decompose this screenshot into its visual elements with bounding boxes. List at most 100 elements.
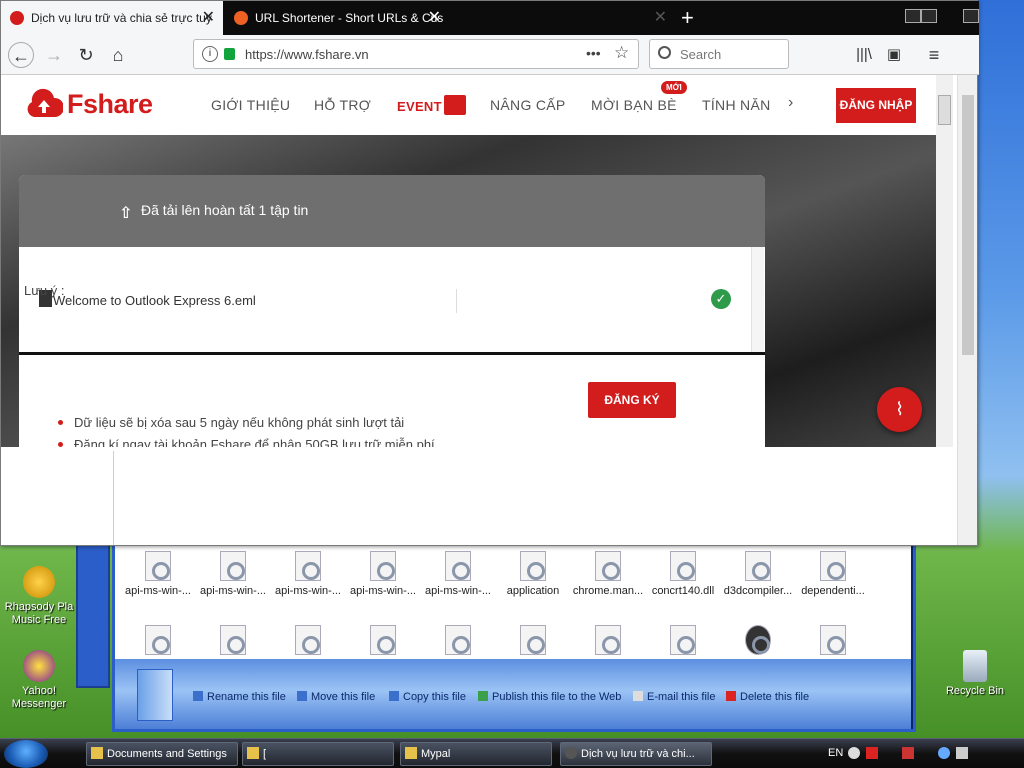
search-input[interactable]: Search bbox=[649, 39, 789, 69]
recycle-bin-icon bbox=[963, 650, 987, 682]
copy-file-link[interactable]: Copy this file bbox=[389, 691, 466, 703]
rename-file-link[interactable]: Rename this file bbox=[193, 691, 286, 703]
tab-blank[interactable]: ✕ bbox=[451, 1, 675, 35]
file-item[interactable] bbox=[121, 625, 195, 659]
menu-hamburger-icon[interactable]: ≡ bbox=[921, 42, 947, 68]
publish-web-icon bbox=[478, 691, 488, 701]
reload-icon[interactable]: ↻ bbox=[73, 42, 99, 68]
back-arrow-icon[interactable]: ← bbox=[8, 42, 34, 68]
new-tab-plus-icon[interactable]: + bbox=[681, 5, 694, 31]
new-badge: MỚI bbox=[661, 81, 687, 94]
delete-file-link[interactable]: Delete this file bbox=[726, 691, 809, 703]
gift-icon[interactable] bbox=[444, 95, 466, 115]
tab-fshare[interactable]: Dịch vụ lưu trữ và chia sẻ trực tuy ✕ bbox=[1, 1, 223, 35]
url-bar[interactable]: i https://www.fshare.vn ••• ☆ bbox=[193, 39, 639, 69]
file-item[interactable] bbox=[571, 625, 645, 659]
security-shield-icon[interactable] bbox=[866, 747, 878, 759]
scrollbar-thumb[interactable] bbox=[962, 95, 974, 355]
file-item[interactable] bbox=[271, 625, 345, 659]
email-icon bbox=[633, 691, 643, 701]
tab-url-shortener[interactable]: URL Shortener - Short URLs & Cus ✕ bbox=[225, 1, 449, 35]
file-item[interactable] bbox=[421, 625, 495, 659]
file-item[interactable]: d3dcompiler... bbox=[721, 551, 795, 597]
language-indicator[interactable]: EN bbox=[828, 747, 843, 759]
background-window-fragment[interactable] bbox=[76, 540, 110, 688]
close-window-button[interactable] bbox=[963, 9, 979, 23]
window-scrollbar[interactable] bbox=[957, 75, 977, 545]
file-item[interactable]: concrt140.dll bbox=[646, 551, 720, 597]
network-icon[interactable] bbox=[902, 747, 914, 759]
browser-window: Dịch vụ lưu trữ và chia sẻ trực tuy ✕ UR… bbox=[0, 0, 979, 546]
taskbar-item-mypal[interactable]: Mypal bbox=[400, 742, 552, 766]
login-button[interactable]: ĐĂNG NHẬP bbox=[836, 88, 916, 123]
start-button[interactable] bbox=[4, 740, 48, 768]
recycle-bin-desktop-icon[interactable]: Recycle Bin bbox=[940, 650, 1010, 698]
blank-area bbox=[1, 447, 957, 545]
success-check-icon: ✓ bbox=[711, 289, 731, 309]
file-item[interactable]: application bbox=[496, 551, 570, 597]
attach-paperclip-icon[interactable]: ⌇ bbox=[877, 387, 922, 432]
publish-file-link[interactable]: Publish this file to the Web bbox=[478, 691, 621, 703]
close-tab-icon[interactable]: ✕ bbox=[654, 1, 667, 35]
fshare-favicon-icon bbox=[10, 11, 24, 25]
rename-icon bbox=[193, 691, 203, 701]
uploaded-file-name[interactable]: Welcome to Outlook Express 6.eml bbox=[53, 293, 256, 308]
nav-invite-friends[interactable]: MỜI BẠN BÈ bbox=[591, 97, 677, 113]
restore-window-button[interactable] bbox=[921, 9, 937, 23]
taskbar-item-documents[interactable]: Documents and Settings bbox=[86, 742, 238, 766]
dll-file-icon bbox=[670, 625, 696, 655]
forward-arrow-icon[interactable]: → bbox=[41, 42, 67, 68]
close-tab-icon[interactable]: ✕ bbox=[428, 1, 441, 35]
file-item[interactable]: api-ms-win-... bbox=[346, 551, 420, 597]
file-item[interactable]: api-ms-win-... bbox=[271, 551, 345, 597]
yahoo-messenger-icon bbox=[23, 650, 55, 682]
list-scrollbar[interactable] bbox=[751, 247, 764, 352]
nav-features[interactable]: TÍNH NĂN bbox=[702, 97, 770, 113]
file-item[interactable] bbox=[796, 625, 870, 659]
navigation-toolbar: ← → ↻ ⌂ i https://www.fshare.vn ••• ☆ Se… bbox=[1, 35, 979, 75]
site-logo-text[interactable]: Fshare bbox=[67, 89, 153, 120]
file-item[interactable]: chrome.man... bbox=[571, 551, 645, 597]
folder-icon bbox=[247, 747, 259, 759]
file-item[interactable] bbox=[346, 625, 420, 659]
taskbar: Documents and Settings [ Mypal Dịch vụ l… bbox=[0, 738, 1024, 768]
page-scrollbar[interactable] bbox=[936, 75, 953, 447]
rhapsody-desktop-icon[interactable]: Rhapsody Pla Music Free bbox=[4, 566, 74, 627]
display-icon[interactable] bbox=[956, 747, 968, 759]
info-icon[interactable]: i bbox=[202, 46, 218, 62]
scrollbar-thumb[interactable] bbox=[938, 95, 951, 125]
mypal-app-icon bbox=[565, 747, 577, 759]
file-item[interactable] bbox=[196, 625, 270, 659]
volume-icon[interactable] bbox=[938, 747, 950, 759]
file-item[interactable]: api-ms-win-... bbox=[121, 551, 195, 597]
chevron-right-icon[interactable]: › bbox=[788, 94, 794, 112]
taskbar-item-browser[interactable]: Dịch vụ lưu trữ và chi... bbox=[560, 742, 712, 766]
file-item[interactable]: api-ms-win-... bbox=[196, 551, 270, 597]
nav-support[interactable]: HỖ TRỢ bbox=[314, 97, 371, 113]
file-item[interactable] bbox=[496, 625, 570, 659]
file-item[interactable] bbox=[721, 625, 795, 659]
dll-file-icon bbox=[595, 625, 621, 655]
nav-event[interactable]: EVENT bbox=[397, 99, 442, 114]
taskbar-item-folder[interactable]: [ bbox=[242, 742, 394, 766]
nav-about[interactable]: GIỚI THIỆU bbox=[211, 97, 290, 113]
dll-file-icon bbox=[145, 625, 171, 655]
minimize-window-button[interactable] bbox=[905, 9, 921, 23]
tab-bar: Dịch vụ lưu trữ và chia sẻ trực tuy ✕ UR… bbox=[1, 1, 979, 35]
file-item[interactable]: dependenti... bbox=[796, 551, 870, 597]
close-tab-icon[interactable]: ✕ bbox=[202, 1, 215, 35]
register-button[interactable]: ĐĂNG KÝ bbox=[588, 382, 676, 418]
yahoo-messenger-desktop-icon[interactable]: Yahoo! Messenger bbox=[4, 650, 74, 711]
file-item[interactable]: api-ms-win-... bbox=[421, 551, 495, 597]
nav-upgrade[interactable]: NÂNG CẤP bbox=[490, 97, 566, 113]
email-file-link[interactable]: E-mail this file bbox=[633, 691, 715, 703]
sidebar-icon[interactable]: ▣ bbox=[881, 42, 907, 68]
library-icon[interactable]: |||\ bbox=[851, 42, 877, 68]
search-icon bbox=[658, 46, 671, 59]
home-icon[interactable]: ⌂ bbox=[105, 42, 131, 68]
file-item[interactable] bbox=[646, 625, 720, 659]
tray-app-icon[interactable] bbox=[848, 747, 860, 759]
move-file-link[interactable]: Move this file bbox=[297, 691, 375, 703]
page-actions-icon[interactable]: ••• bbox=[586, 45, 601, 61]
bookmark-star-icon[interactable]: ☆ bbox=[614, 43, 629, 63]
